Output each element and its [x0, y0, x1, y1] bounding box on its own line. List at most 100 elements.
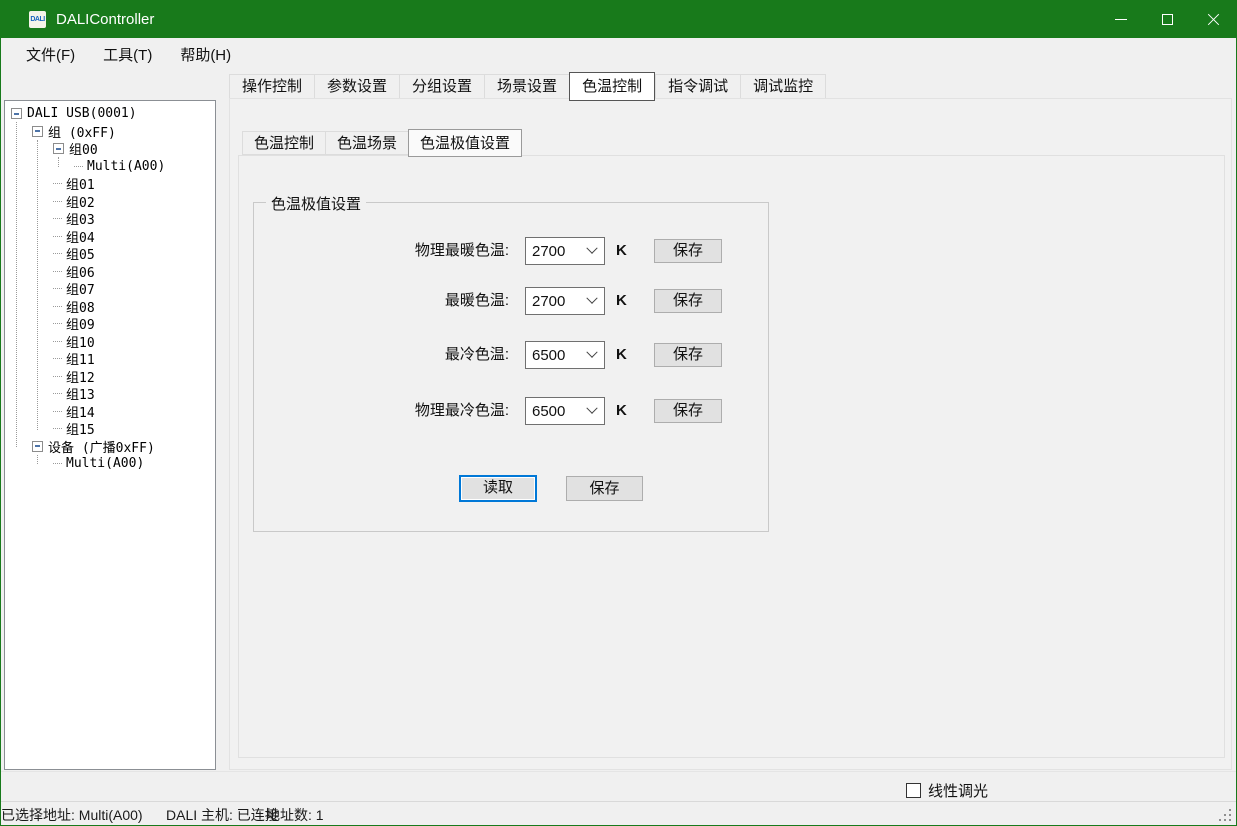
- tree-collapse-icon[interactable]: [32, 441, 43, 452]
- status-item: 地址数: 1: [266, 805, 324, 825]
- groupbox-actions: 读取 保存: [254, 475, 768, 505]
- dropdown-value: 6500: [526, 403, 588, 420]
- checkbox-icon[interactable]: [906, 783, 921, 798]
- tree-item[interactable]: 组10: [5, 333, 215, 351]
- chevron-down-icon: [586, 243, 597, 254]
- minimize-icon: [1115, 19, 1127, 20]
- tree-item[interactable]: 组00: [5, 140, 215, 158]
- tree-item-label: 组04: [66, 227, 95, 246]
- main-tab-strip: 操作控制参数设置分组设置场景设置色温控制指令调试调试监控: [229, 73, 826, 99]
- tree-item-label: 组08: [66, 297, 95, 316]
- tree-item[interactable]: 组08: [5, 298, 215, 316]
- resize-grip-icon[interactable]: [1219, 809, 1232, 822]
- tree-connector: [53, 393, 62, 394]
- tree-item[interactable]: 组01: [5, 175, 215, 193]
- row-save-button[interactable]: 保存: [654, 239, 722, 263]
- tree-item[interactable]: 组11: [5, 350, 215, 368]
- read-button[interactable]: 读取: [459, 475, 537, 502]
- tree-item[interactable]: 组04: [5, 228, 215, 246]
- setting-row: 物理最冷色温: 6500 K 保存: [254, 397, 768, 425]
- close-button[interactable]: [1190, 0, 1236, 38]
- tree-connector: [53, 411, 62, 412]
- menu-item-0[interactable]: 文件(F): [26, 44, 75, 65]
- tree-item-label: 组05: [66, 244, 95, 263]
- main-tab[interactable]: 分组设置: [399, 74, 484, 99]
- tree-connector: [53, 271, 62, 272]
- main-tab[interactable]: 色温控制: [569, 72, 655, 101]
- tree-item-label: 组14: [66, 402, 95, 421]
- tree-item[interactable]: 组06: [5, 263, 215, 281]
- tree-item[interactable]: Multi(A00): [5, 158, 215, 176]
- dropdown-value: 2700: [526, 293, 588, 310]
- main-tab[interactable]: 调试监控: [740, 74, 826, 99]
- tree-item[interactable]: 组 (0xFF): [5, 123, 215, 141]
- tree-item[interactable]: Multi(A00): [5, 455, 215, 473]
- checkbox-label: 线性调光: [928, 780, 988, 801]
- tree-item-label: 组 (0xFF): [48, 122, 116, 141]
- tree-item-label: 组03: [66, 209, 95, 228]
- status-item: 已选择地址: Multi(A00): [1, 805, 143, 825]
- setting-label: 物理最暖色温:: [254, 237, 509, 265]
- title-bar: DALI DALIController: [1, 0, 1236, 38]
- sub-tab[interactable]: 色温场景: [325, 131, 408, 155]
- value-dropdown[interactable]: 2700: [525, 237, 605, 265]
- tree-connector: [53, 236, 62, 237]
- tree-item[interactable]: 组09: [5, 315, 215, 333]
- tree-connector: [53, 306, 62, 307]
- tree-connector: [53, 376, 62, 377]
- row-save-button[interactable]: 保存: [654, 399, 722, 423]
- tree-item[interactable]: 组13: [5, 385, 215, 403]
- chevron-down-icon: [586, 347, 597, 358]
- tree-item[interactable]: 组12: [5, 368, 215, 386]
- menu-item-2[interactable]: 帮助(H): [180, 44, 231, 65]
- main-tab[interactable]: 参数设置: [314, 74, 399, 99]
- tree-collapse-icon[interactable]: [11, 108, 22, 119]
- tree-item[interactable]: 组07: [5, 280, 215, 298]
- sub-tab[interactable]: 色温控制: [242, 131, 325, 155]
- app-icon: DALI: [29, 11, 46, 28]
- main-tab[interactable]: 操作控制: [229, 74, 314, 99]
- status-item: DALI 主机: 已连接: [166, 805, 279, 825]
- tab-page-color-temp: 色温控制色温场景色温极值设置 色温极值设置 物理最暖色温: 2700 K 保存 …: [229, 98, 1232, 770]
- tree-connector: [53, 323, 62, 324]
- unit-label: K: [616, 287, 627, 315]
- maximize-button[interactable]: [1144, 0, 1190, 38]
- status-bar: DALI 主机: 已连接地址数: 1 已选择地址: Multi(A00): [1, 801, 1236, 825]
- tree-connector: [53, 358, 62, 359]
- save-all-button[interactable]: 保存: [566, 476, 643, 501]
- main-tab[interactable]: 指令调试: [655, 74, 740, 99]
- main-tab[interactable]: 场景设置: [484, 74, 569, 99]
- tree-collapse-icon[interactable]: [32, 126, 43, 137]
- tree-item-label: 组02: [66, 192, 95, 211]
- tree-collapse-icon[interactable]: [53, 143, 64, 154]
- tree-item-label: Multi(A00): [87, 159, 165, 174]
- tree-item[interactable]: DALI USB(0001): [5, 105, 215, 123]
- setting-row: 最暖色温: 2700 K 保存: [254, 287, 768, 315]
- row-save-button[interactable]: 保存: [654, 289, 722, 313]
- sub-tab[interactable]: 色温极值设置: [408, 129, 522, 157]
- menu-item-1[interactable]: 工具(T): [103, 44, 152, 65]
- value-dropdown[interactable]: 6500: [525, 397, 605, 425]
- tree-item-label: 组00: [69, 139, 98, 158]
- tree-item[interactable]: 组03: [5, 210, 215, 228]
- unit-label: K: [616, 341, 627, 369]
- tree-item-label: 组13: [66, 384, 95, 403]
- tree-item[interactable]: 组14: [5, 403, 215, 421]
- bottom-options-row: 线性调光: [1, 771, 1236, 801]
- value-dropdown[interactable]: 6500: [525, 341, 605, 369]
- tree-item[interactable]: 设备 (广播0xFF): [5, 438, 215, 456]
- tree-item[interactable]: 组02: [5, 193, 215, 211]
- tree-item[interactable]: 组15: [5, 420, 215, 438]
- groupbox-title: 色温极值设置: [266, 193, 366, 214]
- tree-connector: [53, 288, 62, 289]
- minimize-button[interactable]: [1098, 0, 1144, 38]
- tree-item-label: 组06: [66, 262, 95, 281]
- close-icon: [1207, 13, 1220, 26]
- row-save-button[interactable]: 保存: [654, 343, 722, 367]
- value-dropdown[interactable]: 2700: [525, 287, 605, 315]
- device-tree-panel: DALI USB(0001) 组 (0xFF) 组00 Multi(A00) 组…: [4, 100, 216, 770]
- unit-label: K: [616, 397, 627, 425]
- tree-item[interactable]: 组05: [5, 245, 215, 263]
- setting-label: 最冷色温:: [254, 341, 509, 369]
- linear-dimming-checkbox[interactable]: 线性调光: [906, 780, 988, 801]
